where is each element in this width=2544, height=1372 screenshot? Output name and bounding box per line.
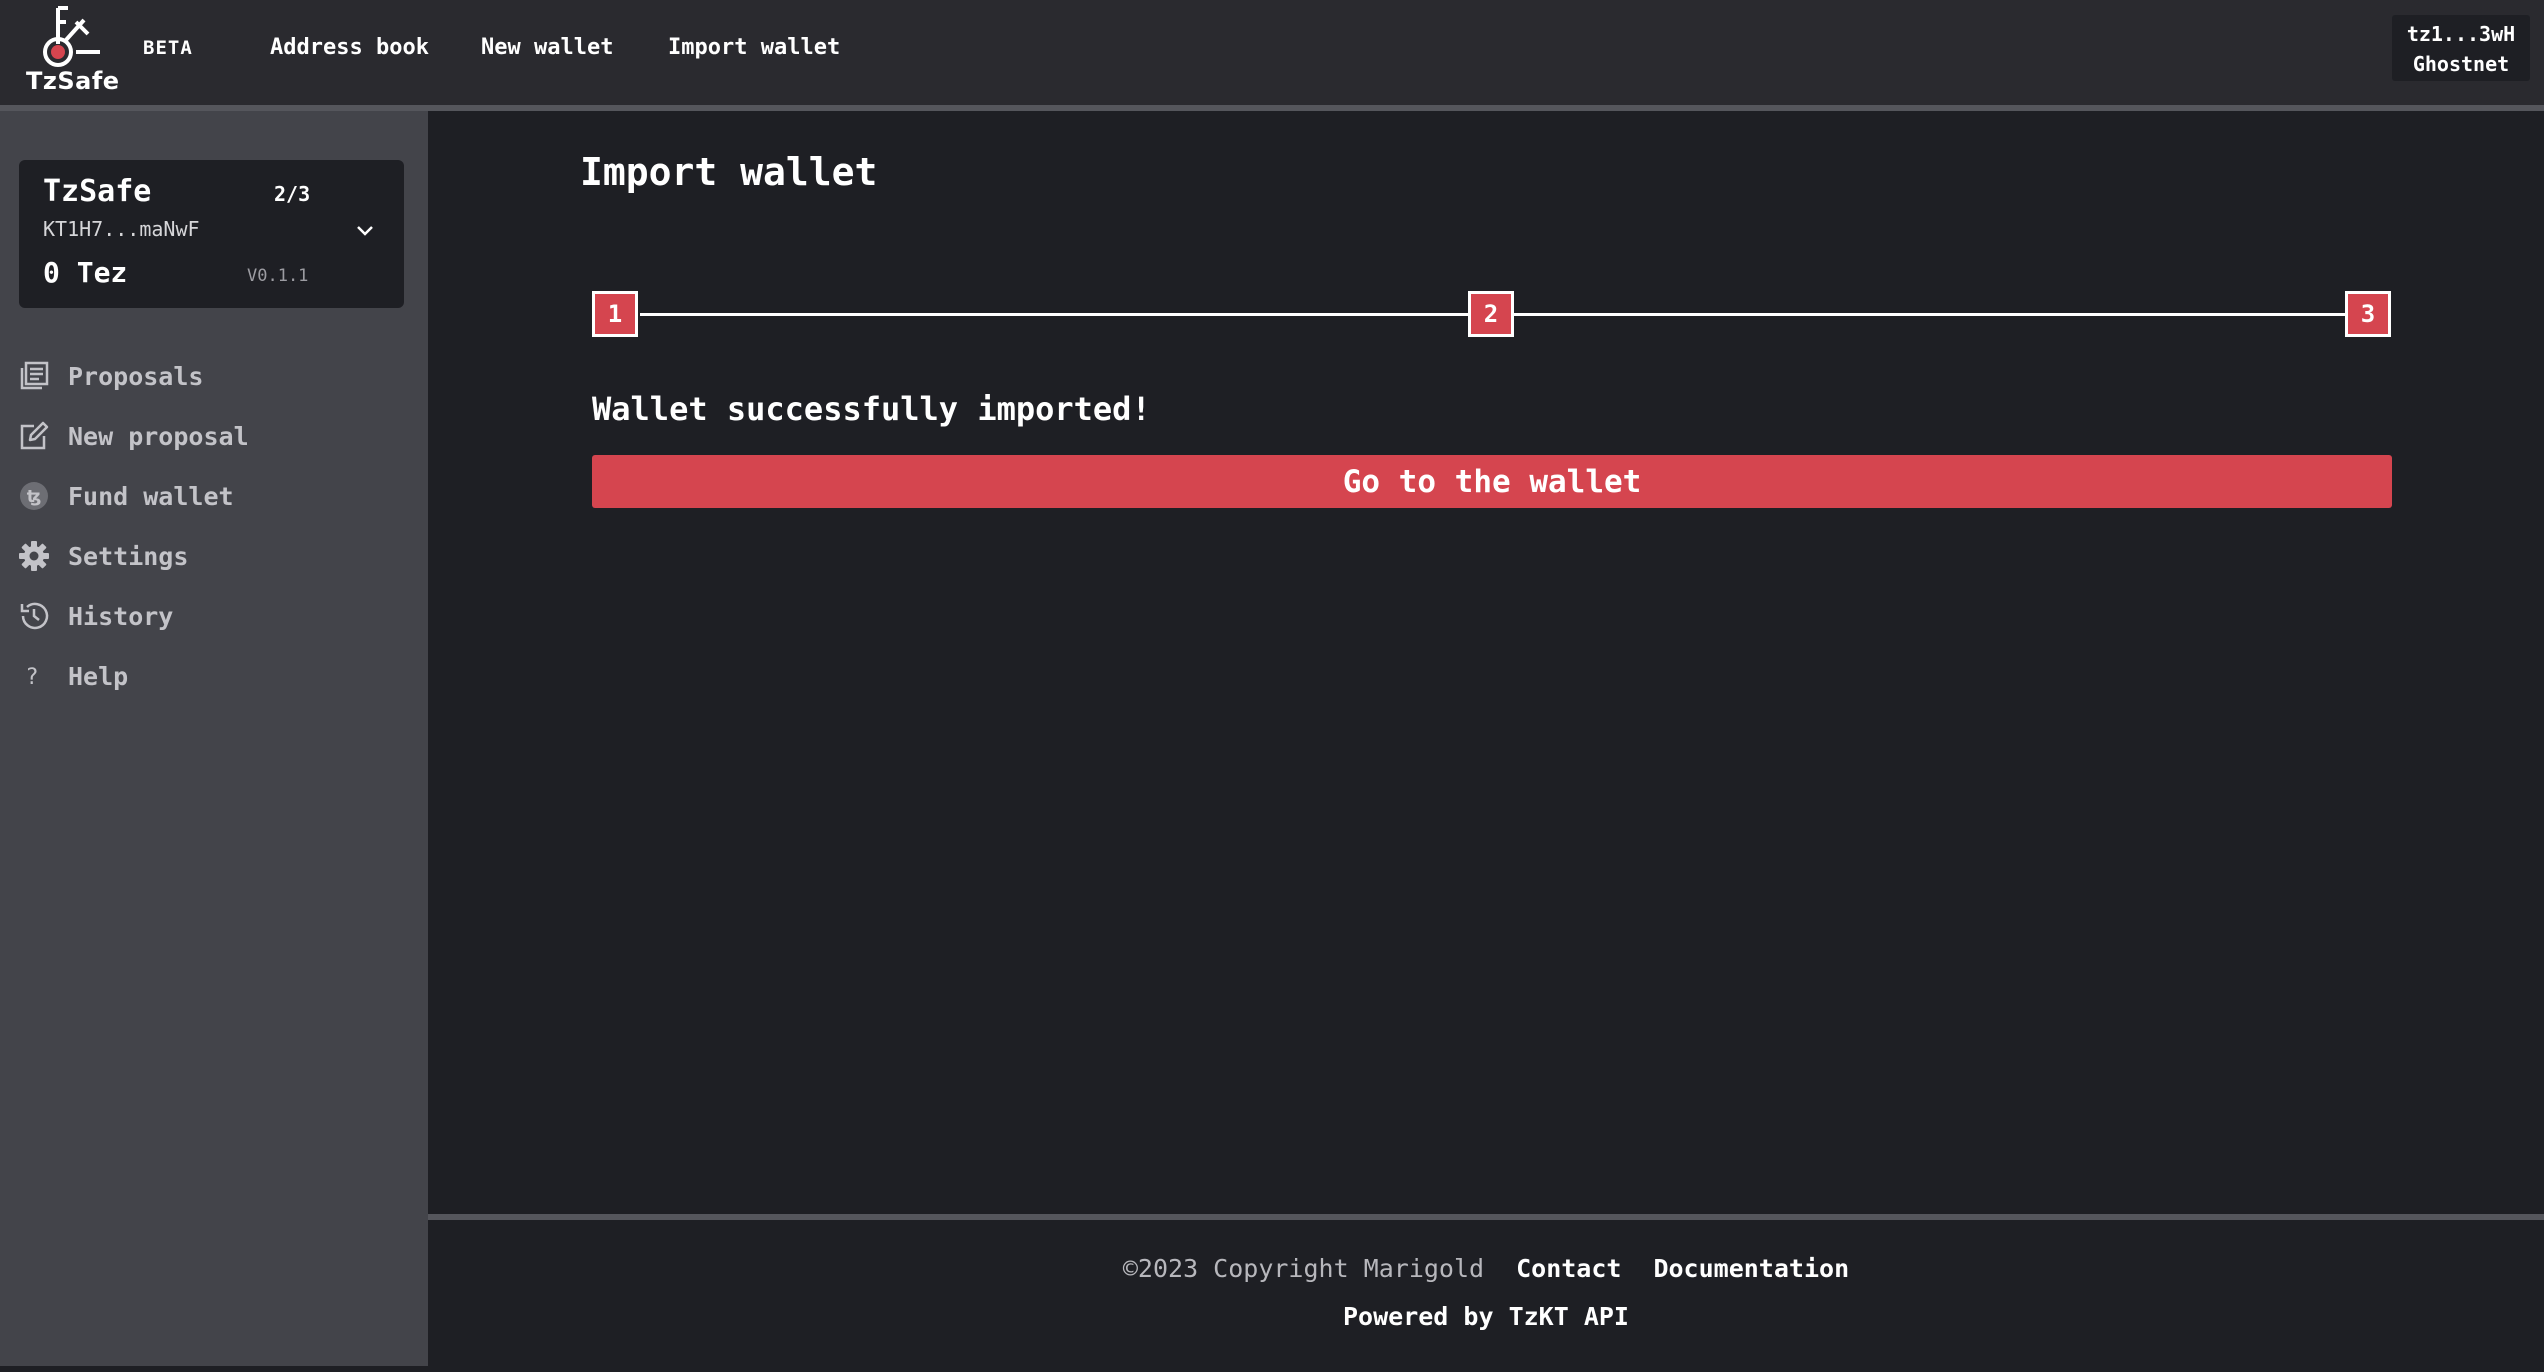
- top-bar: TzSafe BETA Address book New wallet Impo…: [0, 0, 2544, 111]
- account-network: Ghostnet: [2412, 52, 2510, 76]
- logo-text: TzSafe: [26, 67, 120, 95]
- wallet-selector[interactable]: TzSafe 2/3 KT1H7...maNwF 0 Tez V0.1.1: [19, 160, 404, 308]
- wallet-balance: 0 Tez: [43, 256, 128, 289]
- sidebar-item-settings[interactable]: Settings: [18, 536, 408, 576]
- tezos-coin-icon: ꜩ: [18, 478, 54, 514]
- step-2: 2: [1468, 291, 1514, 337]
- sidebar-item-new-proposal[interactable]: New proposal: [18, 416, 408, 456]
- sidebar-item-label: Help: [68, 661, 129, 691]
- step-1: 1: [592, 291, 638, 337]
- sidebar-item-label: Settings: [68, 541, 189, 571]
- edit-icon: [18, 418, 54, 454]
- sidebar-item-history[interactable]: History: [18, 596, 408, 636]
- success-message: Wallet successfully imported!: [592, 390, 1151, 428]
- sidebar-item-fund-wallet[interactable]: ꜩ Fund wallet: [18, 476, 408, 516]
- sidebar-item-label: Proposals: [68, 361, 204, 391]
- beta-label: BETA: [143, 37, 193, 59]
- app-version: V0.1.1: [247, 266, 309, 286]
- proposals-icon: [18, 358, 54, 394]
- gear-icon: [18, 538, 54, 574]
- history-icon: [18, 598, 54, 634]
- sidebar-item-label: Fund wallet: [68, 481, 234, 511]
- logo[interactable]: TzSafe: [22, 4, 120, 100]
- go-to-wallet-button[interactable]: Go to the wallet: [592, 455, 2392, 508]
- sidebar-item-proposals[interactable]: Proposals: [18, 356, 408, 396]
- documentation-link[interactable]: Documentation: [1653, 1254, 1849, 1283]
- stepper-track: [640, 313, 2390, 316]
- chevron-down-icon[interactable]: [356, 224, 374, 236]
- footer-links: ©2023 Copyright Marigold Contact Documenta…: [428, 1254, 2544, 1283]
- wallet-threshold: 2/3: [274, 182, 311, 206]
- sidebar-item-help[interactable]: ? Help: [18, 656, 408, 696]
- tzsafe-logo-icon: [43, 6, 100, 67]
- nav-import-wallet[interactable]: Import wallet: [668, 35, 840, 60]
- svg-text:?: ?: [25, 665, 38, 690]
- sidebar-item-label: History: [68, 601, 174, 631]
- sidebar-item-label: New proposal: [68, 421, 249, 451]
- step-3: 3: [2345, 291, 2391, 337]
- footer: ©2023 Copyright Marigold Contact Documenta…: [428, 1214, 2544, 1372]
- account-button[interactable]: tz1...3wH Ghostnet: [2392, 15, 2530, 81]
- sidebar: TzSafe 2/3 KT1H7...maNwF 0 Tez V0.1.1 Pr…: [0, 111, 428, 1366]
- wallet-address: KT1H7...maNwF: [43, 217, 200, 241]
- svg-text:ꜩ: ꜩ: [27, 487, 42, 507]
- account-address: tz1...3wH: [2406, 22, 2516, 46]
- page-title: Import wallet: [580, 150, 878, 194]
- contact-link[interactable]: Contact: [1516, 1254, 1621, 1283]
- copyright: ©2023 Copyright Marigold: [1122, 1254, 1485, 1283]
- wallet-name: TzSafe: [43, 174, 152, 209]
- powered-by[interactable]: Powered by TzKT API: [428, 1302, 2544, 1331]
- nav-address-book[interactable]: Address book: [270, 35, 429, 60]
- nav-new-wallet[interactable]: New wallet: [481, 35, 613, 60]
- question-icon: ?: [18, 658, 54, 694]
